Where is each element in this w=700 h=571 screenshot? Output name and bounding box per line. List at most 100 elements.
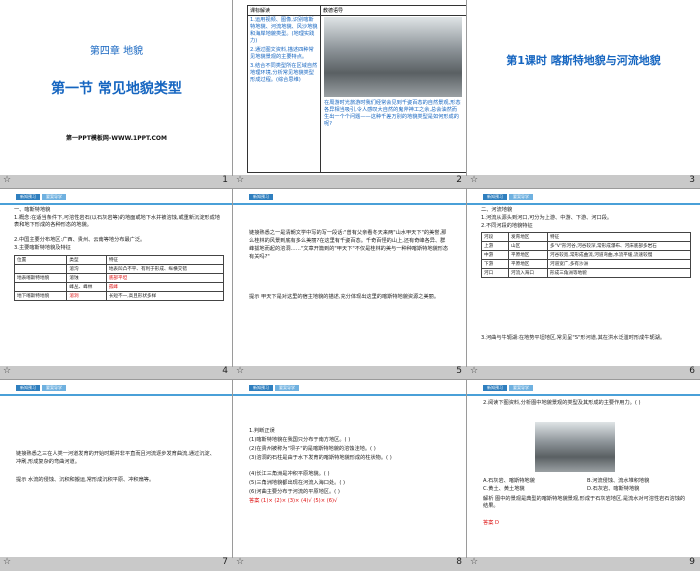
analysis-text: 解析 图中的景观是典型的喀斯特地貌景观,形成于石灰岩地区,是流水对可溶性岩石溶蚀… — [483, 496, 686, 509]
slide-number: 1 — [222, 175, 228, 185]
lesson-title: 第1课时 喀斯特地貌与河流地貌 — [506, 54, 661, 67]
quiz-item: (1)喀斯特地貌在我国只分布于南方地区。( ) — [249, 437, 351, 443]
karst-mountain-image — [324, 17, 462, 97]
course-standard-item-2: 2.通过图文资料,描述四种常见地貌景观的主要特点。 — [250, 47, 314, 60]
site-footer-text: 第一PPT模板网-WWW.1PPT.COM — [66, 135, 167, 142]
star-icon[interactable]: ☆ — [470, 366, 478, 376]
table-row: 中游 平原地区 河谷较宽,常形成曲流,河道弯曲,水流平缓,流速较慢 — [481, 250, 691, 260]
slide-number: 2 — [456, 175, 462, 185]
slide-4[interactable]: 新知预习 要案导学 一、喀斯特地貌 1.概念:在适当条件下,可溶性岩石(以石灰岩… — [0, 189, 233, 366]
tab-preview[interactable]: 新知预习 — [483, 194, 507, 200]
features-heading: 2.不同河段的地貌特征 — [481, 223, 533, 229]
star-icon[interactable]: ☆ — [3, 366, 11, 376]
concept-paragraph: 1.概念:在适当条件下,可溶性岩石(以石灰岩等)的地面或地下水并被溶蚀,或重新沉… — [14, 215, 220, 228]
slide-number: 6 — [689, 366, 695, 376]
slide-number: 5 — [456, 366, 462, 376]
tab-guide[interactable]: 要案导学 — [509, 385, 533, 391]
slide-title: 第一节 常见地貌类型 — [51, 81, 182, 97]
quiz-item: (3)溶洞的石柱是由于水下发育的喀斯特地貌形成的柱状物。( ) — [249, 455, 392, 461]
star-icon[interactable]: ☆ — [3, 557, 11, 567]
slide-number: 7 — [222, 557, 228, 567]
left-column-header: 课标解读 — [248, 6, 320, 16]
answer-line: 答案 D — [483, 520, 500, 526]
star-icon[interactable]: ☆ — [470, 557, 478, 567]
table-header: 河段 — [481, 232, 509, 242]
intro-text: 在周游时光旅游时我们经常会见到千姿百态的自然景观,形态各异相当吸引,令人感叹大自… — [324, 100, 461, 127]
course-standard-item-3: 3.结合不同类型所在区域自然地理环境,分析常见地貌类型形成过程。(综合思维) — [250, 63, 318, 83]
table-header: 特征 — [105, 255, 225, 265]
right-column-header: 教德语导 — [321, 6, 466, 16]
slide-number: 3 — [689, 175, 695, 185]
river-sections-paragraph: 1.河流从源头到河口,可分为上游、中游、下游、河口段。 — [481, 215, 613, 221]
tab-preview[interactable]: 新知预习 — [16, 194, 40, 200]
types-heading: 3.主要喀斯特地貌及特征 — [14, 245, 71, 251]
table-row: 溶沟 地表凹凸不平、有利于形成、纵横交错 — [13, 264, 225, 274]
table-header: 发育地区 — [508, 232, 548, 242]
tab-preview[interactable]: 新知预习 — [483, 385, 507, 391]
slide-cell-5[interactable]: 新知预习 链接熟悉之一是清朝文学中写的写一段话:"曾有父亲看冬天来两"山水甲天下… — [233, 189, 467, 380]
slide-9[interactable]: 新知预习 要案导学 2.阅读下图资料,分析图中地貌景观的类型及其形成的主要作用力… — [467, 380, 700, 557]
tab-preview[interactable]: 新知预习 — [249, 194, 273, 200]
table-row: 下游 平原地区 河道宽广,多有沙洲 — [481, 259, 691, 269]
quiz-item: (2)在贵州被称为"坝子"的是喀斯特地貌的溶蚀洼地。( ) — [249, 446, 376, 452]
slide-6[interactable]: 新知预习 要案导学 二、河流地貌 1.河流从源头到河口,可分为上游、中游、下游、… — [467, 189, 700, 366]
reading-paragraph: 链接熟悉之一是清朝文学中写的写一段话:"曾有父亲看冬天来两"山水甲天下"的美誉,… — [249, 230, 449, 260]
star-icon[interactable]: ☆ — [236, 557, 244, 567]
slide-1[interactable]: 第四章 地貌 第一节 常见地貌类型 第一PPT模板网-WWW.1PPT.COM — [0, 0, 233, 175]
slide-number: 8 — [456, 557, 462, 567]
tab-preview[interactable]: 新知预习 — [249, 385, 273, 391]
section-heading: 二、河流地貌 — [481, 207, 513, 213]
quiz-item: (4)长江三角洲是冲积平原地貌。( ) — [249, 471, 330, 477]
slide-cell-1[interactable]: 第四章 地貌 第一节 常见地貌类型 第一PPT模板网-WWW.1PPT.COM … — [0, 0, 233, 189]
tab-guide[interactable]: 要案导学 — [509, 194, 533, 200]
slide-cell-8[interactable]: 新知预习 要案导学 1.判断正误 (1)喀斯特地貌在我国只分布于南方地区。( )… — [233, 380, 467, 571]
tab-guide[interactable]: 要案导学 — [275, 385, 299, 391]
option-b[interactable]: B.河流侵蚀、流水堆积地貌 — [587, 478, 692, 485]
table-row: 上游 山区 多"V"形河谷,河谷较深,常形成瀑布、河床底部多岩石 — [481, 241, 691, 251]
slide-cell-7[interactable]: 新知预习 要案导学 链接熟悉之三在人类一河道发育的开始时期并非平直而且河流逐步发… — [0, 380, 233, 571]
slide-3[interactable]: 第1课时 喀斯特地貌与河流地貌 — [467, 0, 700, 175]
slide-cell-4[interactable]: 新知预习 要案导学 一、喀斯特地貌 1.概念:在适当条件下,可溶性岩石(以石灰岩… — [0, 189, 233, 380]
table-row: 河口 河流入海口 形成三角洲等地貌 — [481, 268, 691, 278]
question-text: 2.阅读下图资料,分析图中地貌景观的类型及其形成的主要作用力。( ) — [483, 400, 641, 406]
slide-7[interactable]: 新知预习 要案导学 链接熟悉之三在人类一河道发育的开始时期并非平直而且河流逐步发… — [0, 380, 233, 557]
slide-2[interactable]: 课标解读 1.运用视频、图像,识别喀斯特地貌、河流地貌、风沙地貌和海岸地貌类型。… — [233, 0, 467, 175]
karst-peak-image — [535, 422, 615, 472]
slide-cell-2[interactable]: 课标解读 1.运用视频、图像,识别喀斯特地貌、河流地貌、风沙地貌和海岸地貌类型。… — [233, 0, 467, 189]
table-row: 地表喀斯特地貌 溶蚀 底部平坦 — [13, 273, 225, 283]
option-d[interactable]: D.石灰岩、喀斯特地貌 — [587, 486, 692, 493]
star-icon[interactable]: ☆ — [236, 366, 244, 376]
course-standard-item-1: 1.运用视频、图像,识别喀斯特地貌、河流地貌、风沙地貌和海岸地貌类型。(地理实践… — [250, 17, 318, 44]
slide-number: 4 — [222, 366, 228, 376]
quiz-heading: 1.判断正误 — [249, 428, 275, 434]
hint-paragraph: 提示 水流的侵蚀、沉积和搬运,常形成沉积平原、冲积扇等。 — [16, 477, 155, 483]
section-heading: 一、喀斯特地貌 — [14, 207, 51, 213]
star-icon[interactable]: ☆ — [236, 175, 244, 185]
hint-paragraph: 提示 甲天下是对这里的宿主地貌的描述,充分体现出这里的喀斯特地貌资源之美丽。 — [249, 294, 440, 300]
slide-8[interactable]: 新知预习 要案导学 1.判断正误 (1)喀斯特地貌在我国只分布于南方地区。( )… — [233, 380, 467, 557]
option-c[interactable]: C.黄土、黄土地貌 — [483, 486, 583, 493]
karst-landform-table: 位置 类型 特征 溶沟 地表凹凸不平、有利于形成、纵横交错 地表喀斯特地貌 溶蚀… — [13, 255, 225, 301]
table-row: 峰丛、峰林 孤峰 — [13, 282, 225, 292]
tab-preview[interactable]: 新知预习 — [16, 385, 40, 391]
reading-paragraph: 链接熟悉之三在人类一河道发育的开始时期并非平直而且河流逐步发育曲流,通过沉淀、冲… — [16, 451, 215, 465]
river-landform-table: 河段 发育地区 特征 上游 山区 多"V"形河谷,河谷较深,常形成瀑布、河床底部… — [481, 232, 691, 278]
table-row: 地下喀斯特地貌 溶洞 长短不一,高且形状多样 — [13, 291, 225, 301]
slide-cell-9[interactable]: 新知预习 要案导学 2.阅读下图资料,分析图中地貌景观的类型及其形成的主要作用力… — [467, 380, 700, 571]
distribution-paragraph: 2.中国主要分布地区:广西、贵州、云南等地分布最广泛。 — [14, 237, 146, 243]
slide-5[interactable]: 新知预习 链接熟悉之一是清朝文学中写的写一段话:"曾有父亲看冬天来两"山水甲天下… — [233, 189, 467, 366]
option-a[interactable]: A.石灰岩、喀斯特地貌 — [483, 478, 583, 485]
table-header: 特征 — [547, 232, 691, 242]
oxbow-paragraph: 3.河曲与牛轭湖:在地势平坦地区,常见呈"S"形河道,其在洪水泛滥时形成牛轭湖。 — [481, 335, 666, 341]
table-header: 位置 — [13, 255, 68, 265]
quiz-item: (5)三角洲地貌都出现在河流入海口处。( ) — [249, 480, 346, 486]
star-icon[interactable]: ☆ — [3, 175, 11, 185]
slide-cell-6[interactable]: 新知预习 要案导学 二、河流地貌 1.河流从源头到河口,可分为上游、中游、下游、… — [467, 189, 700, 380]
star-icon[interactable]: ☆ — [470, 175, 478, 185]
tab-guide[interactable]: 要案导学 — [42, 194, 66, 200]
table-header: 类型 — [66, 255, 107, 265]
slide-cell-3[interactable]: 第1课时 喀斯特地貌与河流地貌 ☆ 3 — [467, 0, 700, 189]
chapter-label: 第四章 地貌 — [89, 46, 144, 57]
tab-guide[interactable]: 要案导学 — [42, 385, 66, 391]
answer-line: 答案 (1)× (2)× (3)× (4)√ (5)× (6)√ — [249, 498, 338, 504]
